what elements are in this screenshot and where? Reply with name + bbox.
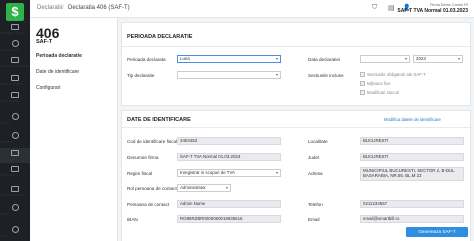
sectiuni-label: Sectiunile incluse <box>308 73 344 78</box>
regim-fiscal-select[interactable]: Inregistrat in scopuri de TVA ▾ <box>177 169 281 177</box>
judet-label: Judet <box>308 155 320 160</box>
notes-icon <box>11 92 19 98</box>
localitate-field: BUCURESTI <box>360 137 464 145</box>
sidebar-item-rapoarte[interactable]: Rapoarte <box>0 166 30 177</box>
sidebar-item-nomenclatoare[interactable]: Nomenclatoare <box>0 186 30 197</box>
breadcrumb-separator: / <box>62 5 64 11</box>
sidebar-item-help[interactable]: Help <box>0 226 30 238</box>
iban-label: IBAN <box>127 217 138 222</box>
email-field: email@smartbill.ro <box>360 215 464 223</box>
sidebar-item-setari[interactable]: Setari <box>0 204 30 216</box>
report-icon <box>11 166 19 172</box>
nav-perioada-declaratie[interactable]: Perioada declaratie <box>30 50 118 62</box>
adresa-field: MUNICIPIUL BUCURESTI, SECTOR 2, B-DUL BA… <box>360 167 464 181</box>
breadcrumb-declaratii[interactable]: Declaratii <box>37 5 62 11</box>
main-sidebar: $ Manager Conta Acces rapid Introdu si e… <box>0 0 30 241</box>
checkbox-icon <box>360 90 365 96</box>
sidebar-item-salariati[interactable]: Salariati <box>0 132 30 144</box>
month-select[interactable]: ▾ <box>360 55 410 63</box>
tip-declaratie-select[interactable]: ▾ <box>177 71 281 79</box>
sectiuni-obligatorii-checkbox[interactable]: Sectiunile obligatorii ale SAF-T <box>360 72 426 78</box>
declaration-icon <box>11 150 19 156</box>
company-name: SAF-T TVA Normal 01.03.2023 <box>397 8 468 14</box>
perioada-title: PERIOADA DECLARATIE <box>127 34 193 40</box>
chevron-down-icon: ▾ <box>225 185 228 190</box>
people-icon <box>11 132 19 139</box>
company-selector[interactable]: Firma Demo Contul Fil SAF-T TVA Normal 0… <box>397 3 468 14</box>
denumire-field: SAF-T TVA Normal 01.03.2023 <box>177 153 281 161</box>
cod-fiscal-label: Cod de identificare fiscala <box>127 139 180 144</box>
lightning-icon <box>11 40 19 47</box>
sidebar-item-manager-conta[interactable]: Manager Conta <box>0 24 30 35</box>
judet-field: BUCURESTI <box>360 153 464 161</box>
app-root: $ Manager Conta Acces rapid Introdu si e… <box>0 0 474 241</box>
denumire-label: Denumire firma <box>127 155 159 160</box>
chevron-down-icon: ▾ <box>275 170 278 175</box>
top-bar: Declaratii / Declaratia 406 (SAF-T) ⛉ ▤ … <box>30 0 474 18</box>
mijloace-fixe-checkbox[interactable]: Mijloace fixe <box>360 81 391 87</box>
identificare-card: DATE DE IDENTIFICARE Modifica datele de … <box>121 110 472 241</box>
chevron-down-icon: ▾ <box>275 72 278 77</box>
main-content: PERIOADA DECLARATIE Perioada declarata L… <box>118 18 474 241</box>
perioada-card: PERIOADA DECLARATIE Perioada declarata L… <box>121 22 472 106</box>
identificare-divider <box>122 127 472 128</box>
sidebar-item-note-diverse[interactable]: Note diverse <box>0 92 30 103</box>
sidebar-item-introdu[interactable]: Introdu si explorati <box>0 57 30 68</box>
perioada-label: Perioada declarata <box>127 57 166 62</box>
help-icon <box>11 226 19 233</box>
chevron-down-icon: ▾ <box>457 56 460 61</box>
declaration-subtitle: SAF-T <box>36 39 53 45</box>
chevron-down-icon: ▾ <box>404 56 407 61</box>
adresa-label: Adresa <box>308 171 323 176</box>
nav-date-identificare[interactable]: Date de identificare <box>30 66 118 78</box>
telefon-label: Telefon <box>308 202 323 207</box>
genereaza-saft-button[interactable]: Genereaza SAF-T <box>406 227 468 237</box>
bank-icon <box>11 75 19 81</box>
modify-identification-link[interactable]: Modifica datele de identificare <box>384 117 441 122</box>
chart-icon <box>11 24 19 30</box>
sidebar-item-declaratii[interactable]: Declaratii <box>0 148 30 163</box>
year-select[interactable]: 2023 ▾ <box>413 55 463 63</box>
rol-contact-label: Rol persoana de contact <box>127 186 177 191</box>
smartbill-logo[interactable]: $ <box>6 3 24 21</box>
telefon-field: 0211234567 <box>360 200 464 208</box>
checkbox-icon <box>360 81 365 87</box>
breadcrumb-current: Declaratia 406 (SAF-T) <box>68 5 130 11</box>
perioada-divider <box>122 46 472 47</box>
identificare-title: DATE DE IDENTIFICARE <box>127 117 191 123</box>
list-icon <box>11 186 19 192</box>
print-icon[interactable]: ▤ <box>388 4 395 12</box>
checkbox-icon <box>360 72 365 78</box>
rol-contact-select[interactable]: Administrator ▾ <box>177 184 231 192</box>
email-label: Email <box>308 217 320 222</box>
regim-fiscal-label: Regim fiscal <box>127 171 153 176</box>
persoana-contact-field: Admin Nume <box>177 200 281 208</box>
chevron-down-icon: ▾ <box>275 56 278 61</box>
gear-icon <box>11 204 19 211</box>
cod-fiscal-field: 3404453 <box>177 137 281 145</box>
sidebar-item-acces-rapid[interactable]: Acces rapid <box>0 40 30 52</box>
modificari-stocuri-checkbox[interactable]: Modificari stocuri <box>360 90 399 96</box>
persoana-contact-label: Persoana de contact <box>127 202 170 207</box>
nav-configurari[interactable]: Configurari <box>30 82 118 94</box>
declaration-nav-panel: 406 SAF-T Perioada declaratie Date de id… <box>30 18 118 241</box>
asset-icon <box>11 113 19 120</box>
localitate-label: Localitate <box>308 139 328 144</box>
filter-icon[interactable]: ⛉ <box>372 4 377 12</box>
sidebar-item-active[interactable]: Active <box>0 113 30 125</box>
sidebar-item-casa-banca[interactable]: Casa si Banca <box>0 75 30 86</box>
search-icon <box>11 57 19 63</box>
data-declaratiei-label: Data declaratiei <box>308 57 340 62</box>
iban-field: RO88RZBR0000060019935516 <box>177 215 281 223</box>
tip-declaratie-label: Tip declaratie <box>127 73 155 78</box>
perioada-select[interactable]: Luna ▾ <box>177 55 281 63</box>
